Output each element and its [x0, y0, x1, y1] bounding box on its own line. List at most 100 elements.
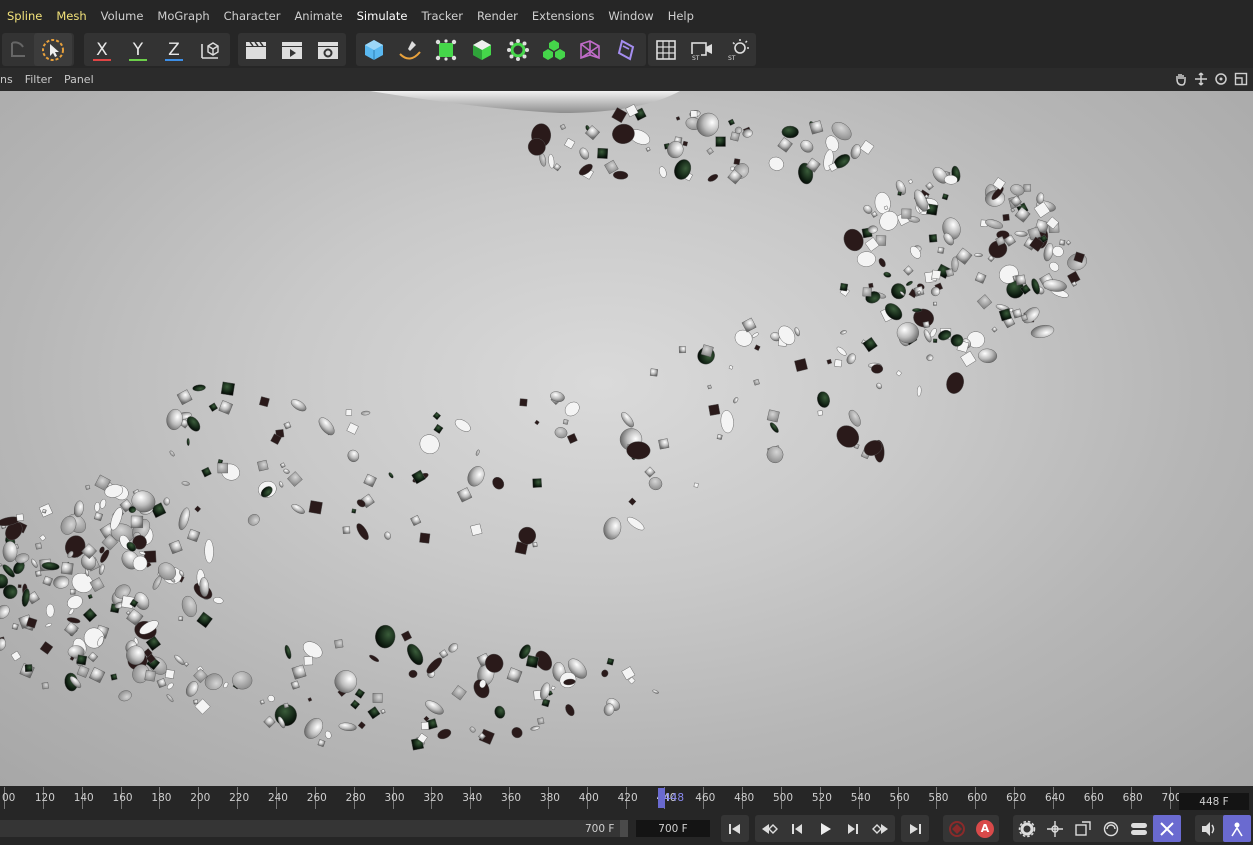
key-scale-button[interactable]	[1069, 815, 1097, 842]
cube-particle	[357, 721, 366, 730]
key-pla-button[interactable]	[1153, 815, 1181, 842]
maximize-view-icon[interactable]	[1233, 71, 1249, 87]
max-frame-field[interactable]: 700 F	[636, 820, 710, 837]
live-selection-button[interactable]	[34, 33, 72, 66]
menu-animate[interactable]: Animate	[287, 9, 349, 23]
mograph-button[interactable]	[536, 33, 572, 66]
go-to-start-button[interactable]	[721, 815, 749, 842]
play-button[interactable]	[811, 815, 839, 842]
modeling-button[interactable]	[464, 33, 500, 66]
cube-particle	[931, 269, 942, 280]
timeline-mode-button[interactable]	[1223, 815, 1251, 842]
cube-particle	[351, 508, 357, 514]
range-slider[interactable]	[0, 820, 628, 837]
cube-particle	[380, 708, 386, 715]
rotate-view-icon[interactable]	[1213, 71, 1229, 87]
record-keys-button[interactable]	[943, 815, 971, 842]
key-parameter-button[interactable]	[1125, 815, 1153, 842]
previous-frame-button[interactable]	[783, 815, 811, 842]
timeline-ruler[interactable]: 00 120 140 160 180 200 220 240 260 280 300 320 340 36…	[0, 786, 1253, 812]
move-arrows-icon[interactable]	[1193, 71, 1209, 87]
z-axis-button[interactable]: Z	[156, 33, 192, 66]
cube-particle	[346, 422, 359, 435]
coin-particle	[166, 694, 174, 703]
cube-particle	[193, 699, 199, 705]
floor-button[interactable]	[648, 33, 684, 66]
next-key-button[interactable]	[867, 815, 895, 842]
key-position-button[interactable]	[1041, 815, 1069, 842]
y-axis-button[interactable]: Y	[120, 33, 156, 66]
cube-particle	[562, 419, 569, 425]
menu-mograph[interactable]: MoGraph	[150, 9, 216, 23]
current-frame-field[interactable]: 448 F	[1179, 793, 1249, 810]
menu-volume[interactable]: Volume	[94, 9, 151, 23]
menu-extensions[interactable]: Extensions	[525, 9, 601, 23]
render-settings-button[interactable]	[310, 33, 346, 66]
cube-particle	[10, 650, 22, 662]
cube-particle	[870, 211, 878, 218]
render-region-button[interactable]	[238, 33, 274, 66]
key-rotation-button[interactable]	[1097, 815, 1125, 842]
prev-key-icon	[762, 823, 778, 834]
generator-button[interactable]	[428, 33, 464, 66]
x-axis-button[interactable]: X	[84, 33, 120, 66]
cube-particle	[895, 370, 902, 377]
cube-particle	[64, 621, 79, 637]
cube-particle	[60, 562, 74, 575]
coin-particle	[621, 412, 634, 428]
cube-particle	[283, 702, 289, 709]
coin-particle	[304, 718, 323, 739]
ruler-tick-label: 480	[734, 792, 755, 804]
camera-button[interactable]: ST	[684, 33, 720, 66]
next-key-icon	[872, 823, 888, 834]
cube-particle	[707, 384, 712, 390]
playback-bar: 700 F 700 F A	[0, 812, 1253, 845]
cube-particle	[933, 338, 938, 343]
go-to-end-button[interactable]	[901, 815, 929, 842]
viewport-menu-options[interactable]: ns	[0, 73, 19, 86]
undo-button[interactable]	[2, 33, 34, 66]
field-button[interactable]	[608, 33, 644, 66]
menu-help[interactable]: Help	[661, 9, 701, 23]
coin-particle	[174, 654, 185, 665]
coin-particle	[437, 728, 452, 740]
cube-particle	[777, 137, 793, 153]
next-frame-button[interactable]	[839, 815, 867, 842]
viewport-menu-filter[interactable]: Filter	[19, 73, 58, 86]
coin-particle	[267, 695, 275, 702]
deformer-button[interactable]	[572, 33, 608, 66]
coin-particle	[530, 725, 540, 731]
cube-particle	[976, 294, 993, 310]
spline-pen-button[interactable]	[392, 33, 428, 66]
3d-viewport[interactable]	[0, 91, 1253, 786]
coin-particle	[334, 670, 357, 693]
cube-particle	[606, 657, 615, 666]
coin-particle	[494, 705, 506, 719]
menu-render[interactable]: Render	[470, 9, 525, 23]
ruler-tick-label: 640	[1044, 792, 1065, 804]
range-handle[interactable]	[620, 820, 628, 837]
menu-tracker[interactable]: Tracker	[414, 9, 470, 23]
cloner-button[interactable]	[500, 33, 536, 66]
render-view-button[interactable]	[274, 33, 310, 66]
pan-hand-icon[interactable]	[1173, 71, 1189, 87]
cube-particle	[345, 409, 353, 416]
coordinate-system-button[interactable]	[192, 33, 228, 66]
autokey-button[interactable]: A	[971, 815, 999, 842]
cube-particle	[553, 163, 562, 172]
viewport-menu-panel[interactable]: Panel	[58, 73, 100, 86]
cube-button[interactable]	[356, 33, 392, 66]
sound-button[interactable]	[1195, 815, 1223, 842]
previous-key-button[interactable]	[755, 815, 783, 842]
menu-character[interactable]: Character	[217, 9, 288, 23]
menu-simulate[interactable]: Simulate	[350, 9, 415, 23]
menu-mesh[interactable]: Mesh	[49, 9, 93, 23]
cube-particle	[218, 400, 233, 415]
cube-particle	[334, 639, 344, 649]
menu-spline[interactable]: Spline	[0, 9, 49, 23]
light-button[interactable]: ST	[720, 33, 756, 66]
cube-particle	[432, 411, 442, 421]
key-settings-button[interactable]	[1013, 815, 1041, 842]
coin-particle	[192, 384, 206, 392]
menu-window[interactable]: Window	[601, 9, 660, 23]
